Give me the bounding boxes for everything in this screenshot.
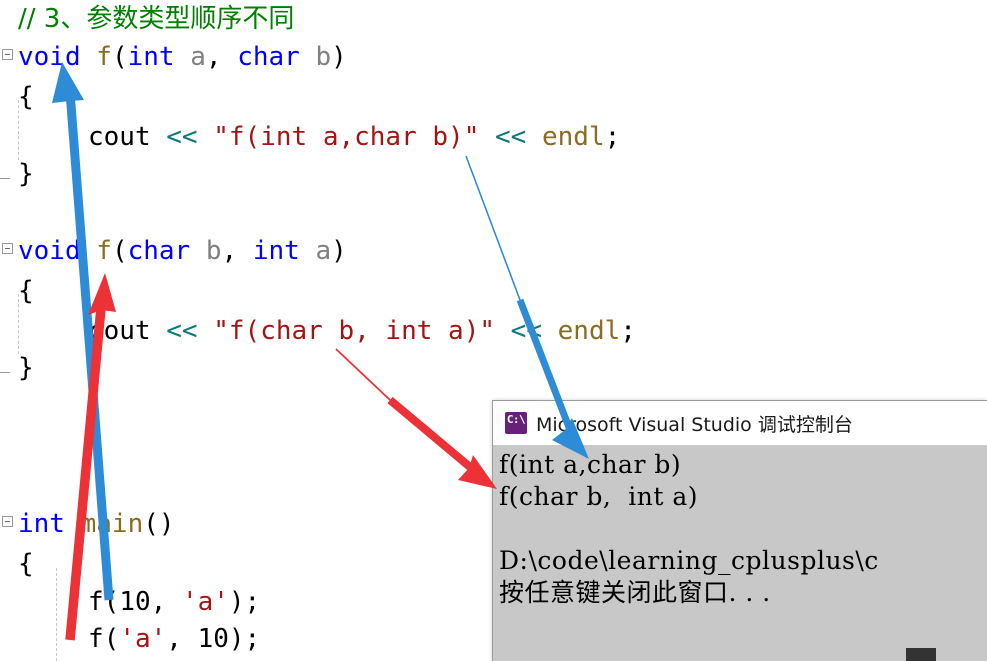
code-token: int [18,509,65,539]
code-token: char [127,236,191,266]
code-token: // 3、参数类型顺序不同 [18,4,295,34]
code-token: endl [557,316,621,346]
code-token: int [127,42,175,72]
code-token: cout [88,122,167,152]
code-token: , [205,42,238,72]
code-token: << [166,122,198,152]
code-token: , [221,236,253,266]
code-token: ( [103,587,120,617]
code-token: ( [111,42,128,72]
collapse-region-icon[interactable] [2,516,13,527]
indent-guide [18,294,19,354]
console-line: D:\code\learning_cplusplus\c [499,546,879,575]
console-line: f(int a,char b) [499,450,682,479]
indent-guide [18,100,19,160]
code-line[interactable]: void f(int a, char b) [0,38,347,76]
debug-console-window[interactable]: C:\ Microsoft Visual Studio 调试控制台 f(int … [492,400,987,661]
code-token: a [315,236,332,266]
code-token: ( [103,624,120,654]
collapse-region-tail [0,178,10,179]
code-line[interactable]: } [0,155,34,193]
code-token: ; [604,122,621,152]
code-token: { [18,276,34,306]
code-line[interactable]: { [0,272,34,310]
code-token: ) [331,42,347,72]
console-title-text: Microsoft Visual Studio 调试控制台 [536,413,853,436]
code-token: cout [88,316,167,346]
code-line[interactable]: // 3、参数类型顺序不同 [0,0,294,38]
code-line[interactable]: f('a', 10); [0,620,260,658]
code-token: , [166,624,198,654]
code-token: f [88,587,104,617]
code-token: ( [111,236,128,266]
code-line[interactable]: f(10, 'a'); [0,583,260,621]
collapse-region-icon[interactable] [2,243,13,254]
code-token: ; [620,316,636,346]
code-token: , [150,587,182,617]
code-token: << [166,316,198,346]
console-line: f(char b, int a) [499,482,699,511]
console-line-list: f(int a,char b) f(char b, int a) D:\code\l… [499,449,987,609]
code-line[interactable]: { [0,78,34,116]
collapse-region-tail [0,372,10,373]
code-token: 'a' [119,624,167,654]
code-token: } [18,353,34,383]
code-token: { [18,82,34,112]
code-token: void [18,236,81,266]
code-token: } [18,159,34,189]
console-icon-glyph: C:\ [506,413,526,426]
code-line[interactable]: void f(char b, int a) [0,232,347,270]
code-token: b [205,236,222,266]
code-line[interactable]: cout << "f(int a,char b)" << endl; [0,118,620,156]
code-token: << [510,316,542,346]
console-title-bar[interactable]: C:\ Microsoft Visual Studio 调试控制台 [493,401,987,445]
code-token: b [315,42,332,72]
code-token: f [96,236,112,266]
code-token: 'a' [181,587,229,617]
code-token: f [88,624,104,654]
code-token: { [18,549,34,579]
collapse-region-icon[interactable] [2,49,13,60]
code-token: 10 [197,624,229,654]
code-token: << [495,122,527,152]
code-token: char [237,42,300,72]
screenshot-root: // 3、参数类型顺序不同 void f(int a, char b){cout … [0,0,987,661]
console-output-area[interactable]: f(int a,char b) f(char b, int a) D:\code\l… [493,445,987,661]
code-token: main [80,509,144,539]
code-token: f [96,42,112,72]
console-block-cursor [906,648,936,661]
indent-guide [56,568,57,661]
code-token: ) [331,236,347,266]
code-token: 10 [119,587,151,617]
code-line[interactable]: int main() [0,505,175,543]
code-token: "f(int a,char b)" [213,122,480,152]
code-token: a [190,42,206,72]
code-line[interactable]: cout << "f(char b, int a)" << endl; [0,312,636,350]
code-token: int [252,236,300,266]
code-token: ); [228,587,261,617]
code-token: endl [541,122,605,152]
code-token: () [143,509,175,539]
console-cmd-icon: C:\ [505,412,527,434]
code-line[interactable]: { [0,545,34,583]
code-token: "f(char b, int a)" [213,316,496,346]
console-line: 按任意键关闭此窗口. . . [499,578,771,607]
code-token: ); [228,624,261,654]
code-token: void [18,42,81,72]
code-line[interactable]: } [0,349,34,387]
